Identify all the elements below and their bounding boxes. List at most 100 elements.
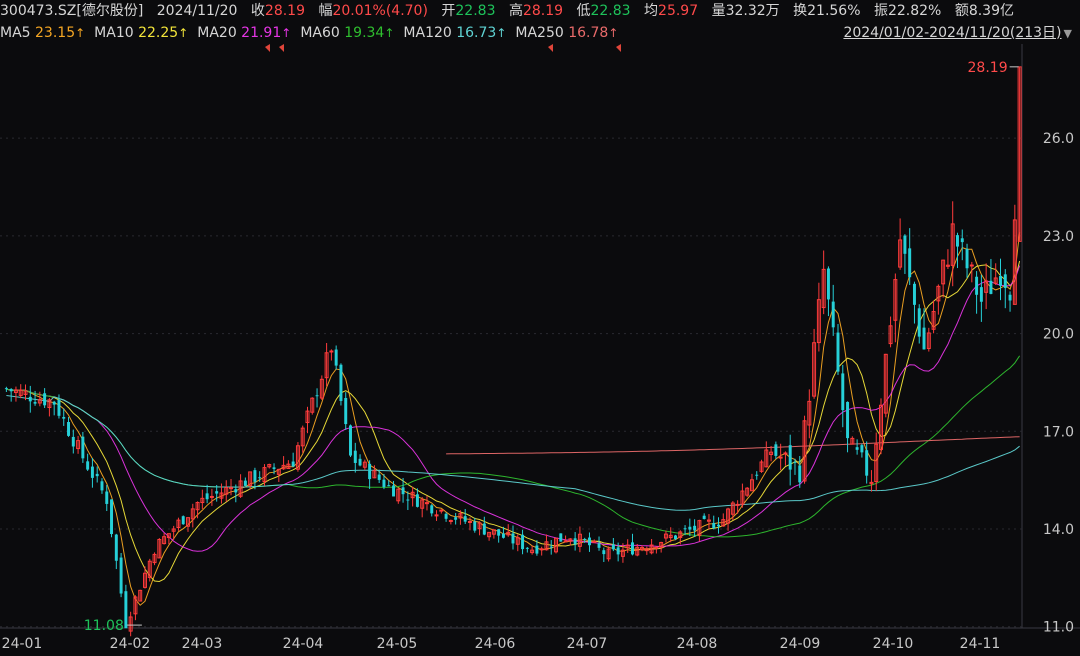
candle-body xyxy=(702,515,706,519)
candle-body xyxy=(688,526,692,530)
candle-body xyxy=(654,546,659,549)
candle-body xyxy=(674,535,677,539)
candle-body xyxy=(291,461,295,467)
candle-body xyxy=(826,268,830,300)
candle-body xyxy=(205,493,209,500)
y-tick-label: 26.0 xyxy=(1043,131,1074,147)
candle-body xyxy=(349,425,352,456)
candle-body xyxy=(788,445,792,470)
candle-body xyxy=(43,393,47,406)
candle-body xyxy=(955,235,959,247)
candle-body xyxy=(110,499,114,535)
x-tick-label: 24-06 xyxy=(475,636,516,652)
candle-body xyxy=(860,445,864,453)
candle-body xyxy=(783,452,788,455)
candlesticks xyxy=(4,66,1022,637)
ma-legend-item-ma10: MA10 22.25↑ xyxy=(94,25,189,41)
candle-body xyxy=(587,537,591,546)
candle-body xyxy=(511,533,515,544)
candle-body xyxy=(406,499,410,501)
candle-body xyxy=(922,327,926,350)
candle-body xyxy=(855,447,859,450)
event-flag-icon xyxy=(279,44,284,52)
candle-body xyxy=(90,466,94,478)
x-tick-label: 24-08 xyxy=(677,636,718,652)
candle-body xyxy=(616,547,620,555)
ma-legend: MA5 23.15↑ MA10 22.25↑ MA20 21.91↑ MA60 19.… xyxy=(0,22,627,44)
candle-body xyxy=(9,389,13,392)
candle-body xyxy=(525,547,529,549)
candle-body xyxy=(114,534,118,561)
candle-body xyxy=(501,533,505,538)
ma-line-ma250 xyxy=(446,436,1020,455)
quote-header: 300473.SZ[德尔股份] 2024/11/20 收28.19 幅20.01… xyxy=(0,0,1080,44)
candle-body xyxy=(717,524,720,527)
candle-body xyxy=(377,474,381,480)
candle-body xyxy=(611,544,615,550)
amplitude-field: 振22.82% xyxy=(873,3,942,19)
candle-body xyxy=(415,494,419,507)
candle-body xyxy=(272,467,276,469)
candle-body xyxy=(463,516,467,522)
candle-body xyxy=(52,401,56,405)
max-annotation-label: 28.19 xyxy=(968,60,1008,76)
x-tick-label: 24-09 xyxy=(780,636,821,652)
x-tick-label: 24-10 xyxy=(873,636,914,652)
date-range-selector[interactable]: 2024/01/02-2024/11/20(213日) ▼ xyxy=(843,22,1072,44)
candle-body xyxy=(755,474,759,476)
stock-code: 300473.SZ[德尔股份] xyxy=(0,3,144,19)
candle-body xyxy=(735,503,740,506)
open-field: 开22.83 xyxy=(441,3,496,19)
candle-body xyxy=(535,545,539,554)
ma-legend-item-ma60: MA60 19.34↑ xyxy=(300,25,395,41)
candle-body xyxy=(602,550,606,555)
x-tick-label: 24-05 xyxy=(377,636,418,652)
y-tick-label: 11.0 xyxy=(1043,620,1074,636)
candle-body xyxy=(344,397,348,425)
candle-body xyxy=(583,538,587,541)
candle-body xyxy=(315,395,319,397)
candle-body xyxy=(86,461,90,470)
close-field: 收28.19 xyxy=(250,3,305,19)
candle-body xyxy=(454,517,458,520)
event-flag-icon xyxy=(265,44,270,52)
candle-body xyxy=(258,477,262,479)
candle-body xyxy=(549,546,553,548)
candle-body xyxy=(57,399,61,416)
candle-body xyxy=(1008,294,1012,301)
candle-body xyxy=(841,373,845,411)
x-tick-label: 24-04 xyxy=(283,636,324,652)
ma-legend-item-ma5: MA5 23.15↑ xyxy=(0,25,86,41)
quote-date: 2024/11/20 xyxy=(156,3,238,19)
date-range-label: 2024/01/02-2024/11/20(213日) xyxy=(843,25,1062,41)
candle-body xyxy=(444,513,448,519)
quote-row: 300473.SZ[德尔股份] 2024/11/20 收28.19 幅20.01… xyxy=(0,0,1023,22)
candle-body xyxy=(778,456,783,459)
event-flag-icon xyxy=(616,44,621,52)
candle-body xyxy=(95,473,99,477)
candle-body xyxy=(592,540,597,543)
candle-body xyxy=(693,525,697,531)
candle-body xyxy=(209,495,214,498)
candle-body xyxy=(253,470,257,482)
candle-body xyxy=(382,479,386,487)
candle-body xyxy=(559,533,563,542)
candle-body xyxy=(846,401,850,439)
x-axis-labels: 24-01 24-02 24-03 24-04 24-05 24-06 24-07 24-08… xyxy=(2,636,1001,652)
candle-body xyxy=(334,349,338,366)
candle-body xyxy=(234,489,238,493)
candle-body xyxy=(358,458,362,466)
price-chart: 11.0 14.0 17.0 20.0 23.0 26.0 24-01 24-02 24-03… xyxy=(0,44,1080,652)
candle-body xyxy=(439,509,444,512)
candle-body xyxy=(329,350,334,353)
y-tick-label: 20.0 xyxy=(1043,327,1074,343)
candle-body xyxy=(521,534,525,550)
dropdown-triangle-icon[interactable]: ▼ xyxy=(1064,23,1072,45)
candle-body xyxy=(831,301,835,328)
candle-body xyxy=(999,276,1002,286)
candle-body xyxy=(105,491,109,504)
candle-body xyxy=(1003,274,1007,288)
change-field: 幅20.01%(4.70) xyxy=(318,3,428,19)
candle-body xyxy=(712,522,716,529)
candle-body xyxy=(28,396,32,402)
